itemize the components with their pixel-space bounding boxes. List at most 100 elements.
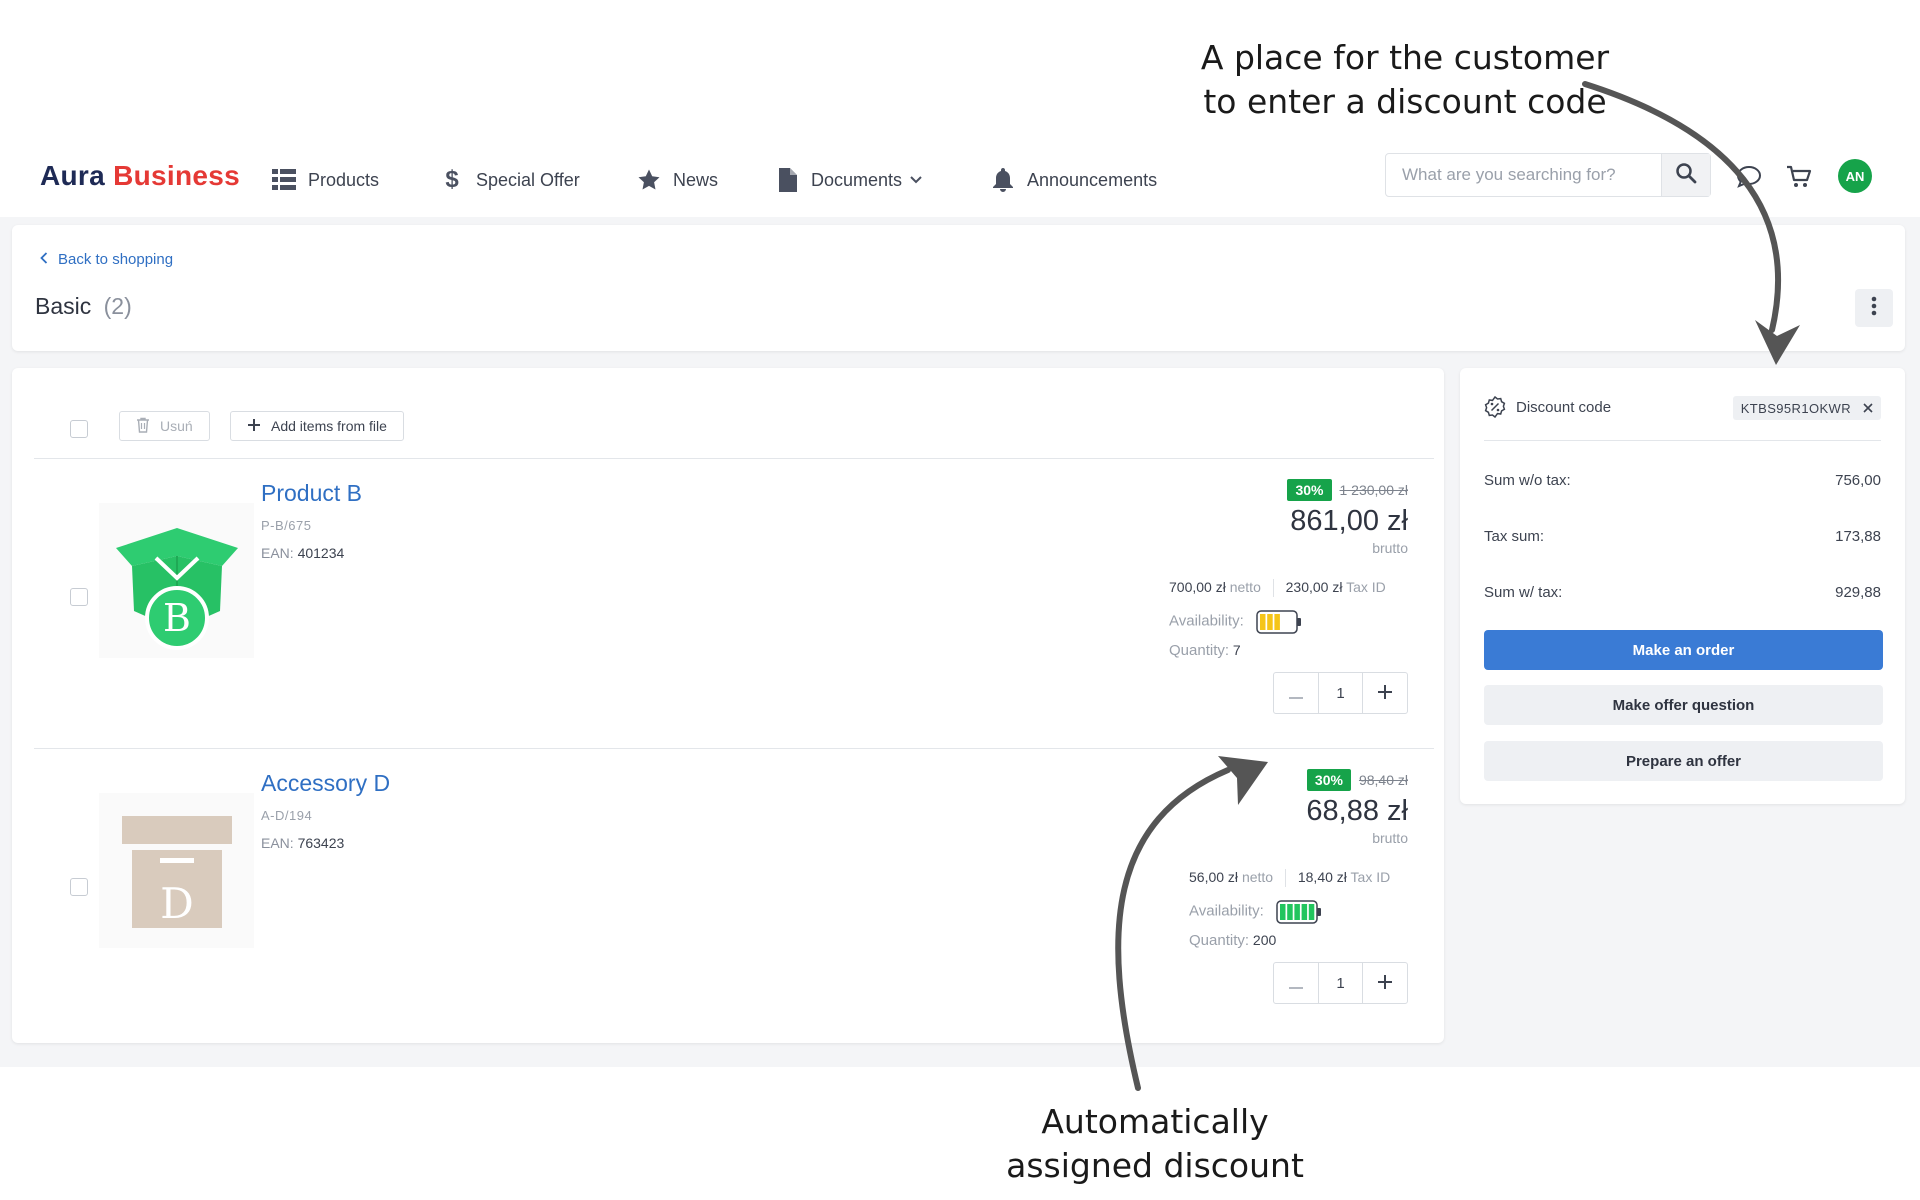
product-name[interactable]: Product B <box>261 480 362 507</box>
ean-value: 401234 <box>297 545 345 561</box>
increase-quantity-button[interactable] <box>1362 963 1407 1003</box>
chevron-left-icon <box>40 251 48 268</box>
logo-part-2: Business <box>113 160 240 191</box>
select-all-checkbox[interactable] <box>70 420 88 438</box>
old-price: 1 230,00 zł <box>1339 482 1409 498</box>
increase-quantity-button[interactable] <box>1362 673 1407 713</box>
item-checkbox[interactable] <box>70 588 88 606</box>
add-items-from-file-button[interactable]: Add items from file <box>230 411 404 441</box>
image-letter: D <box>160 879 194 928</box>
back-link-label: Back to shopping <box>58 251 174 268</box>
nav-item-documents[interactable]: Documents <box>775 164 922 196</box>
decrease-quantity-button[interactable] <box>1274 673 1319 713</box>
discount-code-row: Discount code KTBS95R1OKWR <box>1484 395 1881 441</box>
delete-button[interactable]: Usuń <box>119 411 210 441</box>
tax-label: Tax ID <box>1346 579 1386 595</box>
sum-label: Tax sum: <box>1484 528 1545 545</box>
product-image[interactable]: D <box>99 793 254 948</box>
battery-bar <box>1294 904 1300 920</box>
cart-button[interactable] <box>1782 162 1816 196</box>
search-icon <box>1675 162 1697 189</box>
dollar-icon: $ <box>445 166 459 193</box>
kebab-icon <box>1871 296 1877 321</box>
product-name[interactable]: Accessory D <box>261 770 390 797</box>
product-sku: P-B/675 <box>261 518 312 533</box>
nav-item-announcements[interactable]: Announcements <box>991 164 1157 196</box>
trash-icon <box>136 417 150 436</box>
remove-discount-button[interactable] <box>1863 401 1873 416</box>
image-letter: B <box>163 596 191 640</box>
battery-icon <box>1255 610 1301 634</box>
prepare-offer-button[interactable]: Prepare an offer <box>1484 741 1883 781</box>
sum-without-tax-row: Sum w/o tax: 756,00 <box>1484 472 1881 489</box>
product-image[interactable]: B <box>99 503 254 658</box>
items-toolbar: Usuń Add items from file <box>34 398 1434 459</box>
current-price: 861,00 zł <box>1290 505 1408 537</box>
document-icon <box>775 168 799 192</box>
item-checkbox[interactable] <box>70 878 88 896</box>
chevron-down-icon <box>910 173 922 187</box>
annotation-discount-code: A place for the customer to enter a disc… <box>1175 36 1635 124</box>
discount-code-chip: KTBS95R1OKWR <box>1732 396 1881 420</box>
sum-value: 756,00 <box>1835 472 1881 489</box>
app-window: Aura Business Products $ Special Offer N… <box>0 142 1920 1067</box>
discount-badge: 30% <box>1287 479 1332 501</box>
quantity-input[interactable]: 1 <box>1319 673 1362 713</box>
annotation-line: A place for the customer <box>1200 38 1610 77</box>
decrease-quantity-button[interactable] <box>1274 963 1319 1003</box>
add-items-label: Add items from file <box>271 418 387 434</box>
sum-value: 173,88 <box>1835 528 1881 545</box>
current-price: 68,88 zł <box>1306 795 1408 827</box>
price-type: brutto <box>1372 540 1408 556</box>
more-options-button[interactable] <box>1855 289 1893 327</box>
back-to-shopping-link[interactable]: Back to shopping <box>40 251 173 268</box>
chat-button[interactable] <box>1732 162 1766 196</box>
availability-label: Availability: <box>1169 612 1244 630</box>
netto-label: netto <box>1241 869 1274 885</box>
offer-question-button[interactable]: Make offer question <box>1484 685 1883 725</box>
price-type: brutto <box>1372 830 1408 846</box>
avatar[interactable]: AN <box>1838 159 1872 193</box>
search-input[interactable] <box>1386 154 1661 196</box>
quantity-label: Quantity: <box>1189 932 1250 949</box>
nav-item-special-offer[interactable]: $ Special Offer <box>440 164 580 196</box>
quantity-available: 200 <box>1252 932 1277 948</box>
quantity-stepper: 1 <box>1273 962 1408 1004</box>
product-ean: EAN: 763423 <box>261 835 344 851</box>
ean-label: EAN: <box>261 545 294 561</box>
price-details: 56,00 zł netto 18,40 zł Tax ID <box>1189 869 1390 888</box>
list-item: D Accessory D A-D/194 EAN: 763423 30% 98… <box>34 748 1434 1038</box>
tax-value: 230,00 zł <box>1285 579 1343 595</box>
battery-bar <box>1274 614 1280 630</box>
page-title: Basic (2) <box>35 293 132 320</box>
basket-items-card: Usuń Add items from file B Product B P-B… <box>12 368 1444 1043</box>
nav-item-label: Documents <box>811 169 903 190</box>
tax-sum-row: Tax sum: 173,88 <box>1484 528 1881 545</box>
nav-item-news[interactable]: News <box>637 164 718 196</box>
availability-label: Availability: <box>1189 902 1264 920</box>
make-order-button[interactable]: Make an order <box>1484 630 1883 670</box>
nav-item-label: Special Offer <box>476 169 580 190</box>
quantity-input[interactable]: 1 <box>1319 963 1362 1003</box>
nav-item-label: Announcements <box>1027 169 1158 190</box>
discount-code-value: KTBS95R1OKWR <box>1740 400 1851 416</box>
ean-value: 763423 <box>297 835 345 851</box>
netto-value: 700,00 zł <box>1169 579 1226 595</box>
logo-part-1: Aura <box>40 160 105 191</box>
quantity-stepper: 1 <box>1273 672 1408 714</box>
battery-icon <box>1275 900 1321 924</box>
order-summary-card: Discount code KTBS95R1OKWR Sum w/o tax: … <box>1460 368 1905 804</box>
nav-item-products[interactable]: Products <box>272 164 379 196</box>
sum-value: 929,88 <box>1835 584 1881 601</box>
search-button[interactable] <box>1661 154 1710 196</box>
list-icon <box>272 168 296 192</box>
ean-label: EAN: <box>261 835 294 851</box>
battery-bar <box>1308 904 1314 920</box>
battery-bar <box>1279 904 1286 920</box>
quantity-label: Quantity: <box>1169 642 1230 659</box>
product-ean: EAN: 401234 <box>261 545 344 561</box>
netto-label: netto <box>1229 579 1261 595</box>
logo[interactable]: Aura Business <box>40 160 240 192</box>
sum-label: Sum w/o tax: <box>1484 472 1571 489</box>
annotation-line: assigned discount <box>1006 1146 1304 1185</box>
